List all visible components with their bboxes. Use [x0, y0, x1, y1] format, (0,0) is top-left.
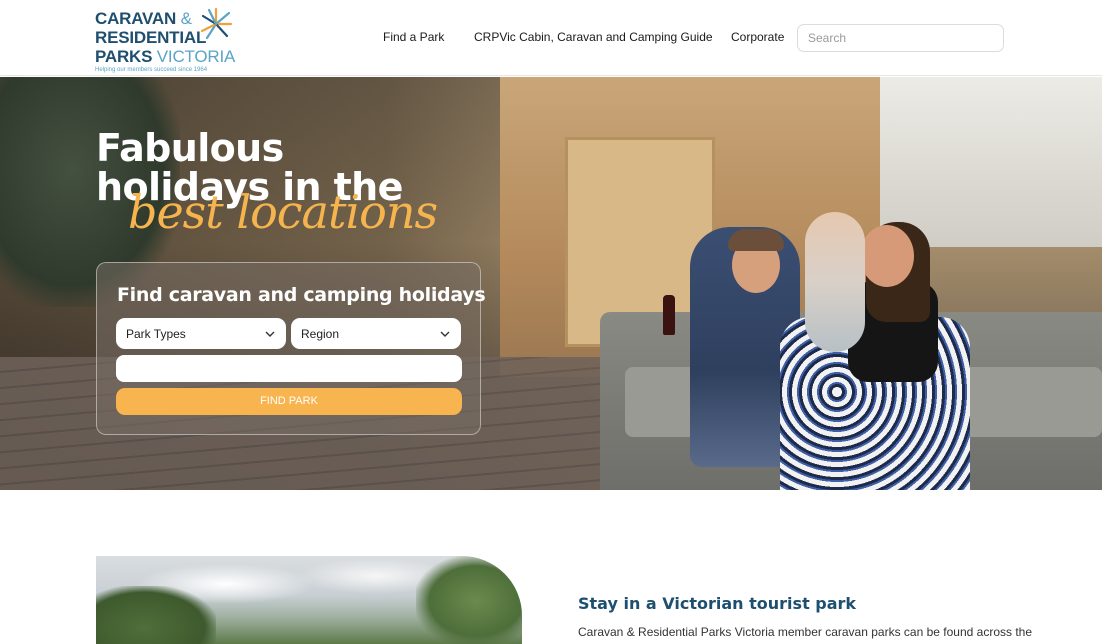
park-photo-tree [416, 556, 522, 644]
logo-line-3a: PARKS [95, 47, 153, 66]
nav-corporate[interactable]: Corporate [731, 30, 784, 44]
site-logo[interactable]: CARAVAN & RESIDENTIAL PARKS VICTORIA Hel… [95, 7, 245, 73]
logo-ampersand: & [180, 9, 192, 28]
section-text: Caravan & Residential Parks Victoria mem… [578, 625, 1033, 639]
nav-guide[interactable]: CRPVic Cabin, Caravan and Camping Guide [474, 30, 713, 44]
keyword-input[interactable] [116, 355, 462, 382]
site-header: CARAVAN & RESIDENTIAL PARKS VICTORIA Hel… [0, 0, 1102, 76]
search-card-title: Find caravan and camping holidays [117, 284, 486, 306]
region-label: Region [301, 326, 340, 341]
hero-photo-child [805, 212, 865, 352]
logo-line-3b: VICTORIA [156, 47, 236, 66]
logo-line-1: CARAVAN [95, 9, 177, 28]
park-photo [96, 556, 522, 644]
search-input[interactable] [797, 24, 1004, 52]
logo-tagline: Helping our members succeed since 1964 [95, 67, 208, 73]
hero-photo-bottle [663, 295, 675, 335]
park-types-label: Park Types [126, 326, 186, 341]
hero-photo-woman-head [860, 225, 914, 287]
park-types-select[interactable]: Park Types [116, 318, 286, 349]
region-select[interactable]: Region [291, 318, 461, 349]
section-title: Stay in a Victorian tourist park [578, 594, 857, 613]
hero-title-script: best locations [128, 185, 438, 239]
nav-find-a-park[interactable]: Find a Park [383, 30, 444, 44]
hero-photo-window [880, 77, 1102, 247]
find-park-button[interactable]: FIND PARK [116, 388, 462, 415]
sun-logo-icon [200, 7, 233, 40]
hero-title-line-1: Fabulous [96, 126, 284, 170]
chevron-down-icon [440, 331, 450, 337]
park-photo-tree [96, 586, 216, 644]
hero-photo-hat [728, 229, 784, 251]
chevron-down-icon [265, 331, 275, 337]
park-search-card: Find caravan and camping holidays Park T… [96, 262, 486, 435]
